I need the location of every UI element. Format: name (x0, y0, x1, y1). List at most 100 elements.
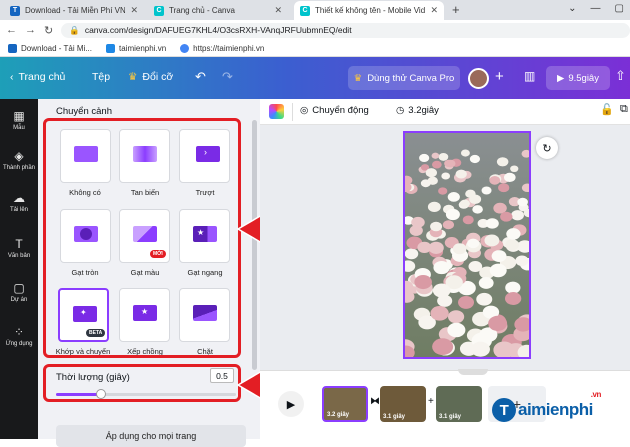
share-button[interactable]: ▶ 9.5giây (546, 66, 610, 90)
add-people-button[interactable]: + (495, 68, 504, 85)
play-icon: ▶ (286, 398, 296, 411)
back-arrow-icon[interactable]: ← (6, 24, 17, 36)
rail-item-projects[interactable]: ▢ Dự án (0, 281, 38, 303)
tulip-blossom (447, 322, 466, 338)
forward-arrow-icon[interactable]: → (25, 24, 36, 36)
tulip-blossom (517, 197, 528, 207)
tulip-blossom (442, 220, 455, 230)
crown-icon: ♛ (353, 72, 363, 84)
add-transition-icon[interactable]: + (428, 396, 434, 407)
clip-duration: 3.1 giây (439, 414, 462, 420)
design-page-tulip-photo[interactable] (403, 131, 531, 359)
tulip-blossom (505, 281, 521, 294)
tulip-blossom (432, 160, 442, 169)
duration-value-label: 3.2giây (408, 105, 439, 116)
tulip-blossom (496, 157, 509, 167)
timeline-clip[interactable]: 3.2 giây (322, 386, 368, 422)
try-pro-button[interactable]: ♛ Dùng thử Canva Pro (348, 66, 460, 90)
resize-button[interactable]: ♛ Đổi cỡ (128, 71, 173, 83)
rail-item-apps[interactable]: ⁘ Ứng dụng (0, 325, 38, 347)
lock-icon[interactable]: 🔓 (600, 103, 614, 116)
bookmark-item[interactable]: Download - Tải Mi... (8, 43, 92, 53)
tulip-blossom (500, 211, 513, 222)
browser-tab[interactable]: T Download - Tải Miễn Phí VN - Ph ✕ (4, 1, 144, 20)
tulip-blossom (447, 192, 460, 202)
divider (292, 103, 293, 121)
tulip-blossom (504, 291, 522, 306)
tab-title: Trang chủ - Canva (169, 6, 235, 15)
redo-icon[interactable]: ↷ (222, 69, 233, 85)
window-controls: ⌄ — ▢ (568, 3, 624, 14)
rail-item-text[interactable]: T Văn bản (0, 237, 38, 259)
share-label: 9.5giây (568, 72, 599, 84)
undo-icon[interactable]: ↶ (195, 69, 206, 85)
url-field[interactable]: 🔒 canva.com/design/DAFUEG7KHL4/O3csRXH-V… (61, 22, 630, 38)
transition-marker-icon[interactable]: ⧓ (370, 396, 380, 407)
address-bar-row: ← → ↻ 🔒 canva.com/design/DAFUEG7KHL4/O3c… (0, 20, 630, 40)
rail-label: Dự án (10, 297, 28, 303)
tulip-blossom (511, 210, 524, 221)
lock-icon: 🔒 (69, 24, 80, 35)
bookmark-item[interactable]: taimienphi.vn (106, 43, 166, 53)
play-button[interactable]: ▶ (278, 391, 304, 417)
tulip-blossom (462, 215, 474, 225)
file-menu-button[interactable]: Tệp (92, 71, 110, 83)
bookmark-item[interactable]: https://taimienphi.vn (180, 43, 265, 53)
close-tab-icon[interactable]: ✕ (274, 5, 282, 16)
color-picker-icon[interactable] (269, 104, 284, 119)
reload-icon[interactable]: ↻ (44, 24, 53, 37)
rail-label: Tải lên (9, 207, 28, 213)
bookmark-label: https://taimienphi.vn (193, 43, 265, 53)
tulip-blossom (476, 292, 493, 306)
browser-tab[interactable]: C Trang chủ - Canva ✕ (148, 1, 288, 20)
copy-icon[interactable]: ⧉ (620, 103, 628, 116)
tab-title: Thiết kế không tên - Mobile Video (315, 6, 426, 15)
tulip-blossom (430, 305, 449, 321)
apps-icon: ⁘ (13, 325, 25, 339)
tulip-photo (405, 133, 529, 357)
tulip-blossom (444, 159, 454, 168)
try-pro-label: Dùng thử Canva Pro (367, 72, 455, 84)
tulip-blossom (425, 168, 437, 178)
minimize-icon[interactable]: — (591, 3, 601, 14)
timeline-collapse-handle[interactable] (458, 369, 488, 375)
tulip-blossom (438, 187, 448, 195)
maximize-icon[interactable]: ▢ (615, 3, 624, 14)
crown-icon: ♛ (128, 71, 138, 83)
duration-button[interactable]: ◷ 3.2giây (396, 105, 439, 116)
new-tab-button[interactable]: + (452, 2, 460, 17)
rail-item-uploads[interactable]: ☁ Tải lên (0, 191, 38, 213)
tulip-blossom (441, 172, 451, 180)
avatar[interactable] (468, 68, 489, 89)
bookmarks-bar: Download - Tải Mi... taimienphi.vn https… (0, 40, 630, 57)
home-button[interactable]: ‹ Trang chủ (10, 71, 65, 83)
timeline-clip[interactable]: 3.1 giây (436, 386, 482, 422)
tulip-blossom (467, 238, 480, 249)
text-icon: T (15, 237, 23, 251)
tulip-blossom (411, 216, 425, 228)
canvas-area: ↻ (260, 125, 630, 370)
taimienphi-watermark-logo: T aimienphi .vn (492, 390, 601, 422)
rail-item-elements[interactable]: ◈ Thành phần (0, 149, 38, 171)
chevron-left-icon: ‹ (10, 71, 14, 83)
rail-label: Văn bản (7, 253, 31, 259)
tulip-blossom (427, 201, 441, 213)
download-icon[interactable]: ⇧ (615, 68, 626, 84)
apply-to-all-button[interactable]: Áp dụng cho mọi trang (56, 425, 246, 447)
animate-button[interactable]: ◎ Chuyển động (300, 105, 369, 116)
tulip-blossom (432, 283, 451, 298)
close-tab-icon[interactable]: ✕ (430, 5, 438, 16)
tab-favicon-icon: C (154, 5, 164, 16)
rail-label: Mẫu (13, 125, 25, 131)
timeline-clip[interactable]: 3.1 giây (380, 386, 426, 422)
browser-tab-active[interactable]: C Thiết kế không tên - Mobile Video ✕ (294, 1, 444, 20)
analytics-icon[interactable]: ▥ (524, 69, 535, 83)
chevron-down-icon[interactable]: ⌄ (568, 3, 576, 14)
tulip-blossom (471, 341, 490, 357)
close-tab-icon[interactable]: ✕ (130, 5, 138, 16)
logo-suffix: .vn (590, 390, 602, 399)
rail-item-templates[interactable]: ▦ Mẫu (0, 109, 38, 131)
refresh-design-icon[interactable]: ↻ (536, 137, 558, 159)
animate-icon: ◎ (300, 105, 309, 116)
tulip-blossom (432, 338, 454, 356)
